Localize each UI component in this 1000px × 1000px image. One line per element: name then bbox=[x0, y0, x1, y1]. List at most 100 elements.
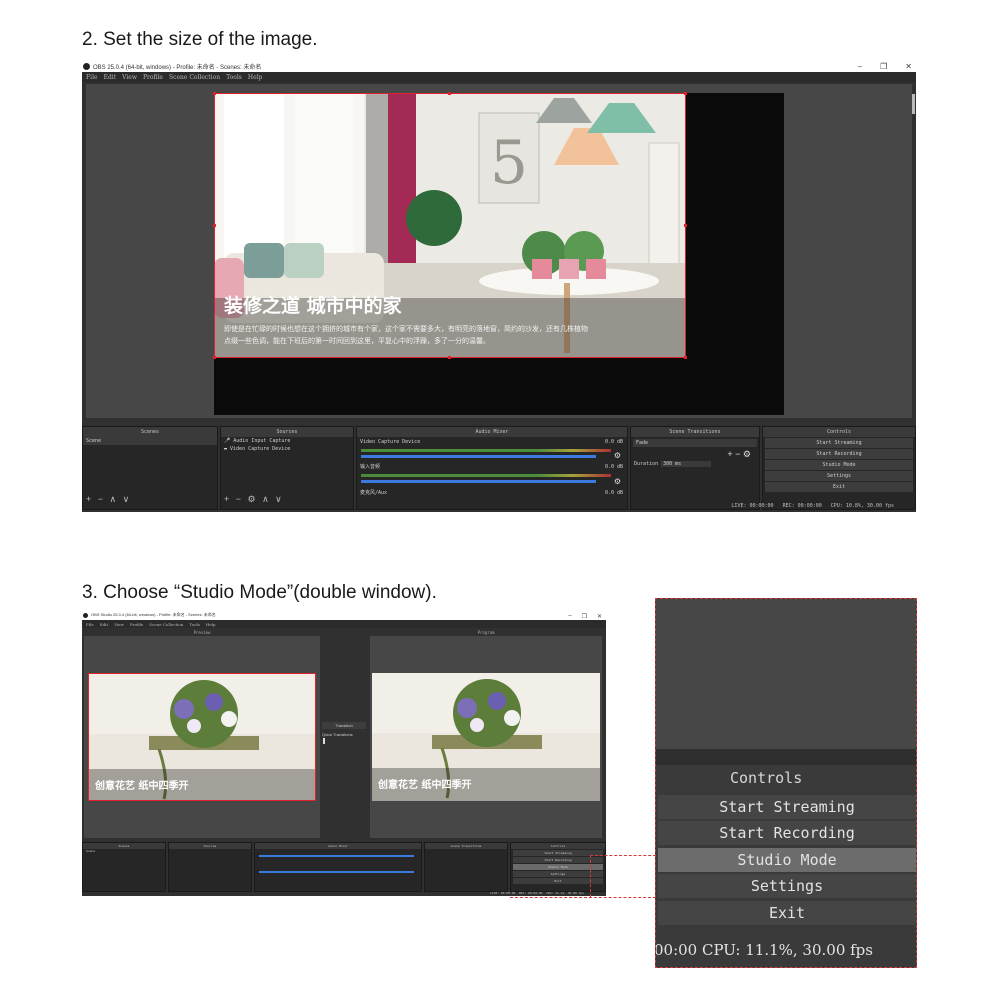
menu-view[interactable]: View bbox=[114, 622, 124, 627]
resize-handle[interactable] bbox=[684, 224, 687, 227]
gear-icon[interactable]: ⚙ bbox=[614, 451, 621, 460]
transition-select[interactable]: Fade bbox=[633, 439, 757, 447]
scene-tools[interactable]: + − ∧ ∨ bbox=[86, 494, 131, 505]
transitions-title: Scene Transitions bbox=[425, 843, 507, 849]
volume-meter bbox=[361, 449, 611, 452]
menu-file[interactable]: File bbox=[86, 622, 94, 627]
controls-dock: Controls Start Streaming Start Recording… bbox=[510, 842, 606, 892]
transition-slider[interactable] bbox=[323, 738, 325, 744]
scene-item[interactable]: Scene bbox=[83, 849, 165, 854]
maximize-icon[interactable]: ❐ bbox=[880, 62, 887, 71]
volume-slider[interactable] bbox=[259, 871, 414, 873]
obs-studio-window: OBS Studio 25.0.4 (64-bit, windows) - Pr… bbox=[82, 610, 606, 896]
start-streaming-button[interactable]: Start Streaming bbox=[765, 438, 913, 448]
resize-handle[interactable] bbox=[684, 92, 687, 95]
gear-icon[interactable]: ⚙ bbox=[614, 477, 621, 486]
studio-program-pane: Program 创意花艺 纸中四季开 bbox=[370, 630, 602, 838]
volume-slider[interactable] bbox=[259, 855, 414, 857]
preview-overlay-headline: 创意花艺 纸中四季开 bbox=[95, 781, 189, 792]
sources-dock-title: Sources bbox=[169, 843, 251, 849]
mixer-channel-db: 0.0 dB bbox=[604, 439, 623, 445]
menu-tools[interactable]: Tools bbox=[189, 622, 200, 627]
duration-input[interactable]: 300 ms bbox=[661, 461, 712, 467]
transition-tools[interactable]: + − ⚙ bbox=[631, 449, 759, 460]
rec-status: REC: 00:00:00 bbox=[518, 891, 543, 895]
resize-handle[interactable] bbox=[448, 92, 451, 95]
menu-help[interactable]: Help bbox=[206, 622, 216, 627]
status-bar: LIVE: 00:00:00 REC: 00:00:00 CPU: 10.8%,… bbox=[731, 503, 894, 509]
source-video-label: Video Capture Device bbox=[230, 446, 291, 452]
scene-item[interactable]: Scene bbox=[83, 437, 217, 445]
mixer-channel-name: 输入音频 bbox=[360, 464, 381, 470]
controls-dock: Controls Start Streaming Start Recording… bbox=[762, 426, 916, 510]
preview-image[interactable]: 创意花艺 纸中四季开 bbox=[88, 673, 316, 801]
close-icon[interactable]: ✕ bbox=[905, 62, 912, 71]
duration-row: Duration 300 ms bbox=[631, 460, 759, 468]
step3-title: 3. Choose “Studio Mode”(double window). bbox=[82, 582, 437, 603]
rec-status: REC: 00:00:00 bbox=[782, 503, 822, 509]
transition-button[interactable]: Transition bbox=[322, 722, 366, 729]
menu-edit[interactable]: Edit bbox=[100, 622, 108, 627]
resize-handle[interactable] bbox=[213, 92, 216, 95]
controls-zoom-panel: Controls Start Streaming Start Recording… bbox=[655, 598, 917, 968]
sources-dock-title: Sources bbox=[221, 427, 353, 437]
window-titlebar[interactable]: OBS Studio 25.0.4 (64-bit, windows) - Pr… bbox=[82, 610, 606, 620]
menu-edit[interactable]: Edit bbox=[104, 74, 117, 81]
maximize-icon[interactable]: ❐ bbox=[582, 613, 587, 620]
resize-handle[interactable] bbox=[213, 224, 216, 227]
cpu-status: CPU: 11.1%, 30.00 fps bbox=[546, 891, 584, 895]
studio-mode-button[interactable]: Studio Mode bbox=[765, 460, 913, 470]
program-overlay-headline: 创意花艺 纸中四季开 bbox=[378, 780, 472, 791]
source-item[interactable]: ▬ Video Capture Device bbox=[221, 445, 353, 453]
studio-preview-pane[interactable]: Preview 创意花艺 纸中四季开 bbox=[84, 630, 320, 838]
exit-button[interactable]: Exit bbox=[658, 901, 916, 925]
menu-file[interactable]: File bbox=[86, 74, 98, 81]
menu-bar: File Edit View Profile Scene Collection … bbox=[82, 620, 606, 628]
preview-label: Preview bbox=[193, 630, 211, 635]
preview-area[interactable]: 5 装修之道 城市中的家 即使是在忙碌的时候也想在这个拥挤的城市有个家，这个家不… bbox=[86, 84, 915, 418]
window-titlebar[interactable]: OBS 25.0.4 (64-bit, windows) - Profile: … bbox=[82, 60, 916, 72]
minimize-icon[interactable]: – bbox=[858, 62, 862, 71]
start-recording-button[interactable]: Start Recording bbox=[658, 821, 916, 845]
obs-logo-icon bbox=[83, 62, 90, 70]
start-recording-button[interactable]: Start Recording bbox=[765, 449, 913, 459]
menu-view[interactable]: View bbox=[122, 74, 137, 81]
close-icon[interactable]: ✕ bbox=[597, 613, 602, 620]
settings-button[interactable]: Settings bbox=[658, 874, 916, 898]
mixer-channel-db: 0.0 dB bbox=[604, 464, 623, 470]
studio-mode-button[interactable]: Studio Mode bbox=[658, 848, 916, 872]
callout-line-bottom bbox=[510, 897, 656, 898]
start-streaming-button[interactable]: Start Streaming bbox=[658, 795, 916, 819]
live-status: LIVE: 00:00:00 bbox=[731, 503, 774, 509]
source-item[interactable]: 🎤 Audio Input Capture bbox=[221, 437, 353, 445]
source-tools[interactable]: + − ⚙ ∧ ∨ bbox=[224, 494, 284, 505]
menu-help[interactable]: Help bbox=[248, 74, 263, 81]
menu-scene-collection[interactable]: Scene Collection bbox=[149, 622, 183, 627]
selection-box[interactable] bbox=[214, 93, 686, 358]
volume-slider[interactable] bbox=[361, 480, 596, 483]
resize-handle[interactable] bbox=[684, 356, 687, 359]
exit-button[interactable]: Exit bbox=[765, 482, 913, 492]
controls-title: Controls bbox=[511, 843, 605, 849]
studio-dock-row: Scenes Scene Sources Audio Mixer Scene T… bbox=[82, 842, 606, 892]
resize-handle[interactable] bbox=[448, 356, 451, 359]
audio-mixer-dock: Audio Mixer bbox=[254, 842, 422, 892]
menu-scene-collection[interactable]: Scene Collection bbox=[169, 74, 220, 81]
minimize-icon[interactable]: – bbox=[568, 613, 571, 619]
zoom-separator bbox=[656, 749, 916, 765]
audio-mixer-title: Audio Mixer bbox=[357, 427, 627, 437]
menu-profile[interactable]: Profile bbox=[130, 622, 143, 627]
cpu-status: CPU: 10.8%, 30.00 fps bbox=[830, 503, 894, 509]
preview-scrollbar[interactable] bbox=[912, 94, 915, 114]
volume-slider[interactable] bbox=[361, 455, 596, 458]
transitions-dock: Scene Transitions Fade + − ⚙ Duration 30… bbox=[630, 426, 760, 510]
settings-button[interactable]: Settings bbox=[765, 471, 913, 481]
resize-handle[interactable] bbox=[213, 356, 216, 359]
zoom-status-text: 00:00 CPU: 11.1%, 30.00 fps bbox=[655, 941, 873, 959]
callout-line-vertical bbox=[590, 855, 591, 897]
sources-dock: Sources 🎤 Audio Input Capture ▬ Video Ca… bbox=[220, 426, 354, 510]
menu-tools[interactable]: Tools bbox=[226, 74, 242, 81]
obs-logo-icon bbox=[83, 612, 88, 618]
duration-label: Duration bbox=[634, 461, 659, 467]
menu-profile[interactable]: Profile bbox=[143, 74, 163, 81]
